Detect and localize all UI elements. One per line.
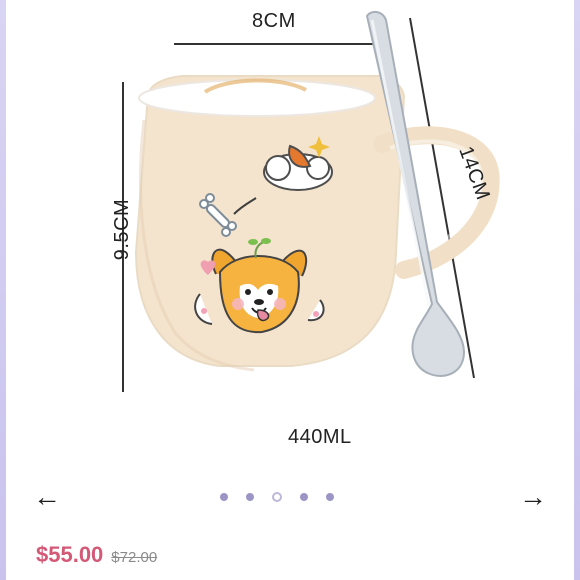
right-edge: [574, 0, 580, 580]
carousel-dot[interactable]: [326, 493, 334, 501]
dimension-height-label: 9.5CM: [111, 198, 134, 261]
carousel-dots: [220, 491, 334, 503]
image-carousel: ← →: [6, 470, 574, 524]
mug-illustration: [122, 10, 500, 392]
next-image-label: →: [519, 481, 547, 512]
product-image: 8CM 9.5CM 14CM 440ML: [6, 0, 574, 470]
current-price: $55.00: [36, 542, 104, 567]
product-page: 8CM 9.5CM 14CM 440ML ← → $55.00 $72.00: [0, 0, 580, 580]
original-price: $72.00: [111, 549, 158, 566]
arrow-left-icon[interactable]: ←: [30, 480, 64, 514]
capacity-label: 440ML: [288, 426, 352, 448]
carousel-dot-active[interactable]: [272, 492, 282, 502]
previous-image-label: ←: [33, 481, 61, 512]
mug-lid: [138, 79, 376, 117]
carousel-dot[interactable]: [220, 493, 228, 501]
dimension-width-label: 8CM: [252, 10, 296, 32]
carousel-dot[interactable]: [246, 493, 254, 501]
price-row: $55.00 $72.00: [36, 542, 157, 568]
carousel-dot[interactable]: [300, 493, 308, 501]
arrow-right-icon[interactable]: →: [516, 480, 550, 514]
